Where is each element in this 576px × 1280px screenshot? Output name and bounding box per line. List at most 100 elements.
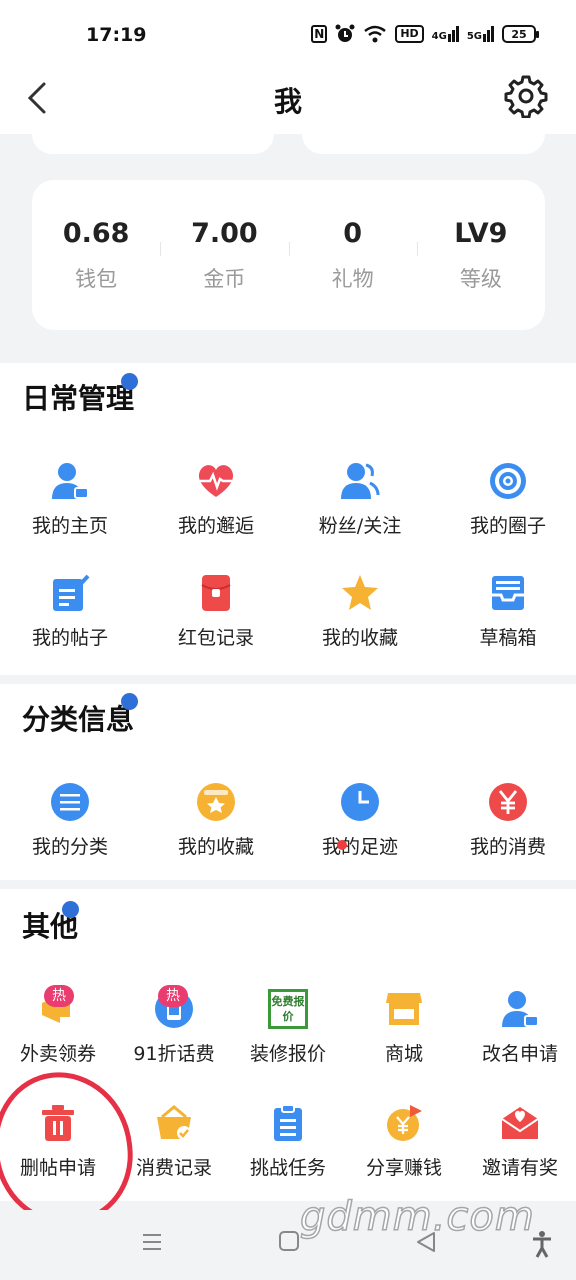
notification-dot (62, 901, 79, 918)
header-bar: 我 (0, 64, 576, 134)
grid-label: 外卖领券 (19, 1043, 96, 1065)
status-time: 17:19 (86, 24, 147, 46)
red-dot (337, 840, 347, 850)
grid-item-invite-reward[interactable]: 邀请有奖 (470, 1103, 570, 1180)
profile-card-left (32, 134, 274, 154)
section-category: 分类信息 我的分类 我的收藏 我的足迹 我的消费 (0, 684, 576, 880)
basket-icon (157, 1105, 191, 1140)
free-quote-icon: 免费报价 (268, 989, 308, 1029)
stat-value: 0 (343, 217, 363, 249)
gear-icon[interactable] (504, 74, 548, 118)
hd-badge: HD (395, 25, 424, 43)
grid-item-challenge-task[interactable]: 挑战任务 (238, 1103, 338, 1180)
clipboard-icon (274, 1104, 302, 1141)
watermark: gdmm.com (299, 1193, 535, 1241)
grid-label: 分享赚钱 (365, 1157, 442, 1179)
stat-value: 7.00 (191, 217, 258, 249)
home-icon[interactable] (278, 1230, 300, 1252)
grid-label: 我的收藏 (177, 836, 254, 858)
grid-item-rename-apply[interactable]: 改名申请 (470, 989, 570, 1066)
grid-label: 我的主页 (31, 515, 108, 537)
grid-label: 我的圈子 (469, 515, 546, 537)
grid-label: 商城 (384, 1043, 423, 1065)
wifi-icon (364, 25, 387, 43)
grid-label: 我的收藏 (321, 627, 398, 649)
grid-label: 装修报价 (249, 1043, 326, 1065)
grid-item-my-encounter[interactable]: 我的邂逅 (164, 461, 268, 538)
grid-item-category-favorites[interactable]: 我的收藏 (164, 782, 268, 859)
grid-item-drafts[interactable]: 草稿箱 (456, 573, 560, 650)
grid-item-mall[interactable]: 商城 (354, 989, 454, 1066)
grid-item-spending-record[interactable]: 消费记录 (124, 1103, 224, 1180)
star-bag-icon (197, 783, 235, 821)
stat-label: 钱包 (75, 266, 118, 291)
battery-icon: 25 (502, 25, 539, 43)
stat-value: 0.68 (62, 217, 130, 249)
signal-5g: 5G (467, 26, 494, 42)
grid-label: 粉丝/关注 (318, 515, 402, 537)
signal-4g: 4G (432, 26, 459, 42)
grid-item-my-footprint[interactable]: 我的足迹 (308, 782, 412, 859)
grid-item-my-category[interactable]: 我的分类 (18, 782, 122, 859)
nfc-icon: N (311, 25, 328, 43)
grid-label: 我的分类 (31, 836, 108, 858)
grid-item-my-favorites[interactable]: 我的收藏 (308, 573, 412, 650)
notification-dot (121, 693, 138, 710)
menu-icon[interactable] (140, 1230, 164, 1254)
stat-label: 等级 (459, 266, 502, 291)
stats-card: 0.68 钱包 7.00 金币 0 礼物 LV9 等级 (32, 180, 545, 330)
grid-label: 挑战任务 (249, 1157, 326, 1179)
grid-label: 红包记录 (177, 627, 254, 649)
grid-item-fans-follow[interactable]: 粉丝/关注 (304, 461, 416, 538)
grid-label: 草稿箱 (479, 627, 537, 649)
share-money-icon (387, 1105, 422, 1141)
grid-item-my-spending[interactable]: 我的消费 (456, 782, 560, 859)
notification-dot (121, 373, 138, 390)
list-icon (51, 783, 89, 821)
clock-icon (341, 783, 379, 821)
stat-gifts[interactable]: 0 礼物 (288, 217, 417, 293)
grid-item-renovation-quote[interactable]: 免费报价 装修报价 (238, 989, 338, 1066)
section-title: 日常管理 (22, 382, 135, 415)
inbox-tray-icon (492, 576, 524, 610)
grid-label: 邀请有奖 (481, 1157, 558, 1179)
heartbeat-icon (198, 465, 234, 497)
red-envelope-icon (201, 575, 231, 611)
stat-value: LV9 (454, 217, 508, 249)
grid-item-my-homepage[interactable]: 我的主页 (18, 461, 122, 538)
hot-badge: 热 (44, 985, 74, 1007)
fans-icon (341, 463, 380, 499)
grid-item-my-posts[interactable]: 我的帖子 (18, 573, 122, 650)
edit-post-icon (53, 574, 90, 611)
circle-target-icon (490, 463, 526, 499)
status-bar: 17:19 N HD 4G 5G 25 (0, 0, 576, 64)
alarm-icon (335, 24, 355, 42)
user-rename-icon (502, 991, 539, 1027)
section-daily: 日常管理 我的主页 我的邂逅 粉丝/关注 我的圈子 我的帖子 红包记录 我的收藏… (0, 363, 576, 675)
grid-label: 我的足迹 (321, 836, 398, 858)
hot-badge: 热 (158, 985, 188, 1007)
grid-item-share-earn[interactable]: 分享赚钱 (354, 1103, 454, 1180)
grid-label: 我的消费 (469, 836, 546, 858)
grid-label: 消费记录 (135, 1157, 212, 1179)
stat-level[interactable]: LV9 等级 (416, 217, 545, 293)
invite-envelope-icon (501, 1107, 539, 1139)
grid-item-red-envelope[interactable]: 红包记录 (164, 573, 268, 650)
grid-item-my-circle[interactable]: 我的圈子 (456, 461, 560, 538)
stat-wallet[interactable]: 0.68 钱包 (32, 218, 160, 293)
profile-card-right (302, 134, 545, 154)
stat-label: 金币 (203, 266, 246, 291)
grid-label: 我的帖子 (31, 627, 108, 649)
status-icons: N HD 4G 5G 25 (311, 24, 539, 44)
stat-label: 礼物 (331, 266, 374, 291)
grid-label: 改名申请 (481, 1043, 558, 1065)
yuan-icon (489, 783, 527, 821)
grid-label: 91折话费 (133, 1043, 215, 1065)
user-home-icon (52, 463, 89, 499)
star-icon (342, 575, 378, 610)
stat-coins[interactable]: 7.00 金币 (160, 218, 288, 293)
page-title: 我 (273, 85, 302, 118)
grid-label: 我的邂逅 (177, 515, 254, 537)
section-title: 分类信息 (22, 703, 135, 736)
shop-icon (386, 993, 422, 1025)
